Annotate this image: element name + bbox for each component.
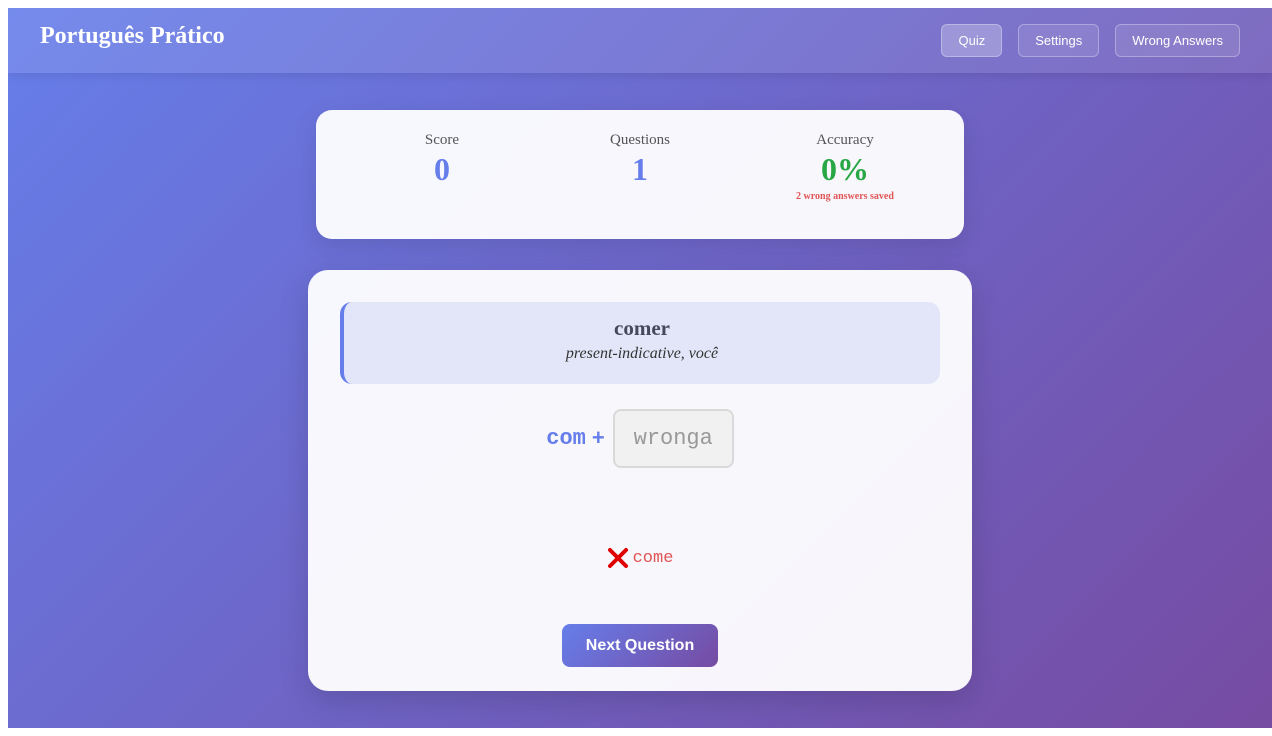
next-question-button[interactable]: Next Question [562, 624, 718, 667]
questions-label: Questions [610, 132, 670, 148]
verb-infinitive: comer [614, 316, 670, 340]
tense-person: present-indicative, você [565, 345, 719, 362]
accuracy-label: Accuracy [816, 132, 874, 148]
quiz-card: comer present-indicative, você com + com… [308, 270, 972, 691]
accuracy-value: 0% [821, 151, 869, 187]
nav-buttons: Quiz Settings Wrong Answers [941, 24, 1240, 57]
answer-row: com + [308, 408, 972, 468]
stats-card: Score 0 Questions 1 Accuracy 0% 2 wrong … [316, 110, 964, 239]
correct-answer: come [632, 548, 674, 568]
accuracy-stat: Accuracy 0% 2 wrong answers saved [745, 132, 945, 202]
questions-value: 1 [632, 151, 648, 187]
verb-stem: com [546, 425, 586, 451]
app-title: Português Prático [40, 23, 225, 49]
wrong-answers-saved-note: 2 wrong answers saved [796, 191, 894, 202]
nav-wrong-answers-button[interactable]: Wrong Answers [1115, 24, 1240, 57]
score-stat: Score 0 [342, 132, 542, 187]
nav-quiz-button[interactable]: Quiz [941, 24, 1003, 57]
app-window: Português Prático Quiz Settings Wrong An… [8, 8, 1272, 728]
feedback-message: come [308, 544, 972, 572]
verb-prompt: comer present-indicative, você [340, 302, 940, 384]
nav-settings-button[interactable]: Settings [1018, 24, 1100, 57]
score-value: 0 [434, 151, 450, 187]
cross-icon [607, 547, 629, 569]
top-navbar: Português Prático Quiz Settings Wrong An… [8, 8, 1272, 73]
ending-input[interactable] [612, 408, 734, 468]
questions-stat: Questions 1 [540, 132, 740, 187]
score-label: Score [424, 132, 460, 148]
plus-sign: + [591, 425, 605, 450]
